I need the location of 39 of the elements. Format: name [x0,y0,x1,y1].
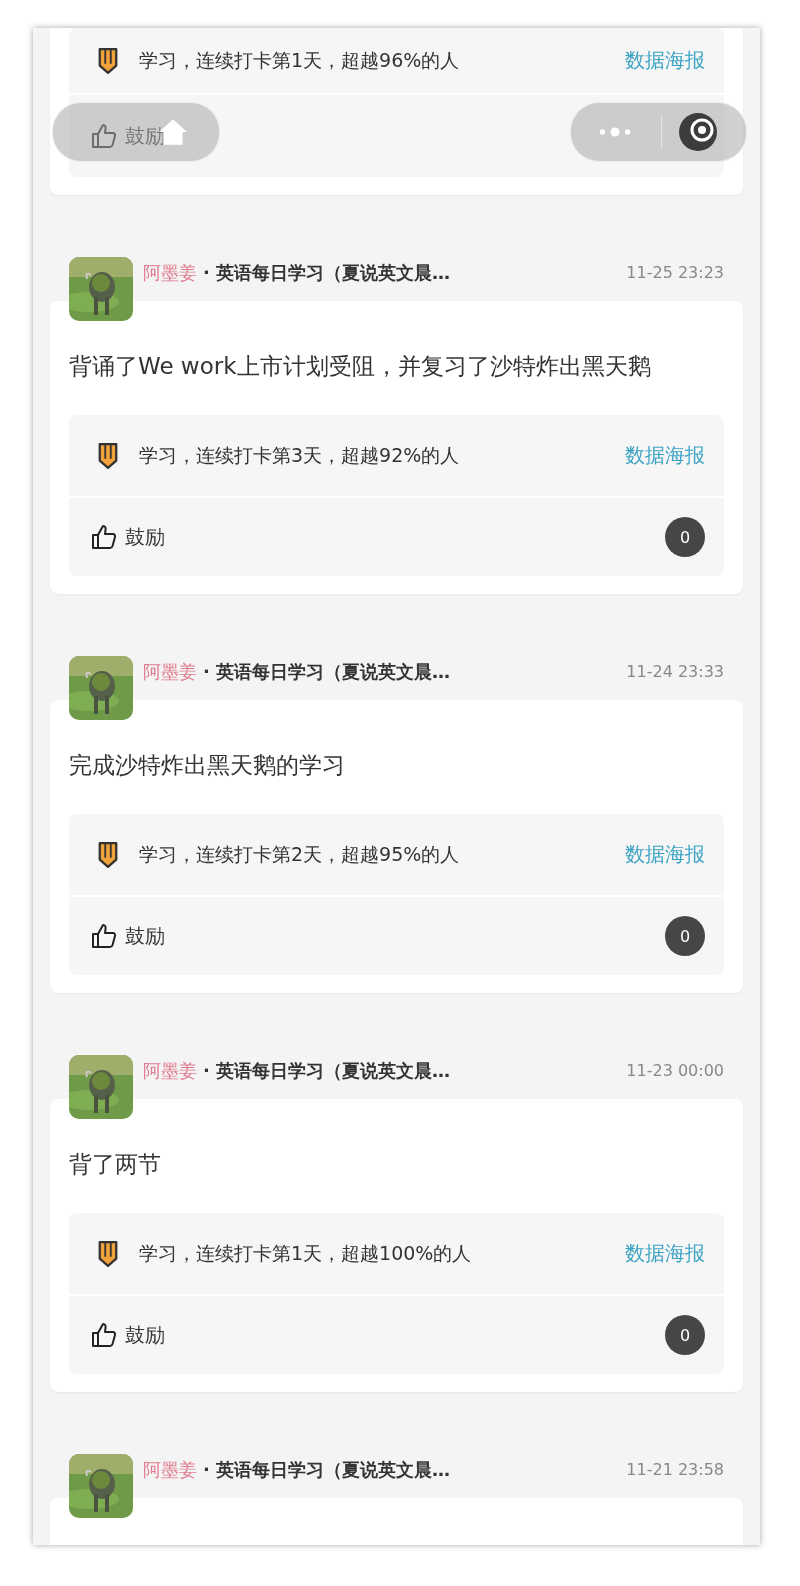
post-text: 背诵了We work上市计划受阻，并复习了沙特炸出黑天鹅 [69,352,652,381]
checkin-text: 学习，连续打卡第2天，超越95%的人 [139,841,460,867]
post-text: 完成沙特炸出黑天鹅的学习 [69,751,346,780]
encourage-label[interactable]: 鼓励 [125,122,165,150]
author-name[interactable]: 阿墨姜 [143,1454,197,1486]
thumbs-up-icon[interactable] [91,123,117,149]
thumbs-up-icon[interactable] [91,923,117,949]
thumbs-up-icon[interactable] [91,1322,117,1348]
author-name[interactable]: 阿墨姜 [143,656,197,688]
post-time: 11-25 23:23 [626,262,724,284]
like-count: 0 [665,517,705,557]
author-name[interactable]: 阿墨姜 [143,1055,197,1087]
like-count: 0 [665,916,705,956]
encourage-label[interactable]: 鼓励 [125,922,165,950]
poster-link[interactable]: 数据海报 [625,841,705,868]
group-name[interactable]: · 英语每日学习（夏说英文晨… [203,1055,451,1087]
checkin-text: 学习，连续打卡第1天，超越96%的人 [139,47,460,73]
post-time: 11-24 23:33 [626,661,724,683]
pencil-icon [97,1239,119,1268]
checkin-text: 学习，连续打卡第1天，超越100%的人 [139,1240,472,1266]
like-count: 0 [665,1315,705,1355]
author-name[interactable]: 阿墨姜 [143,257,197,289]
pencil-icon [97,840,119,869]
close-icon[interactable] [678,112,718,152]
pencil-icon [97,46,119,75]
pencil-icon [97,441,119,470]
encourage-label[interactable]: 鼓励 [125,523,165,551]
encourage-label[interactable]: 鼓励 [125,1321,165,1349]
checkin-text: 学习，连续打卡第3天，超越92%的人 [139,442,460,468]
group-name[interactable]: · 英语每日学习（夏说英文晨… [203,656,451,688]
thumbs-up-icon[interactable] [91,524,117,550]
poster-link[interactable]: 数据海报 [625,1240,705,1267]
post-text: 背了两节 [69,1150,162,1179]
group-name[interactable]: · 英语每日学习（夏说英文晨… [203,1454,451,1486]
group-name[interactable]: · 英语每日学习（夏说英文晨… [203,257,451,289]
post-time: 11-21 23:58 [626,1459,724,1481]
post-time: 11-23 00:00 [626,1060,724,1082]
poster-link[interactable]: 数据海报 [625,47,705,74]
poster-link[interactable]: 数据海报 [625,442,705,469]
